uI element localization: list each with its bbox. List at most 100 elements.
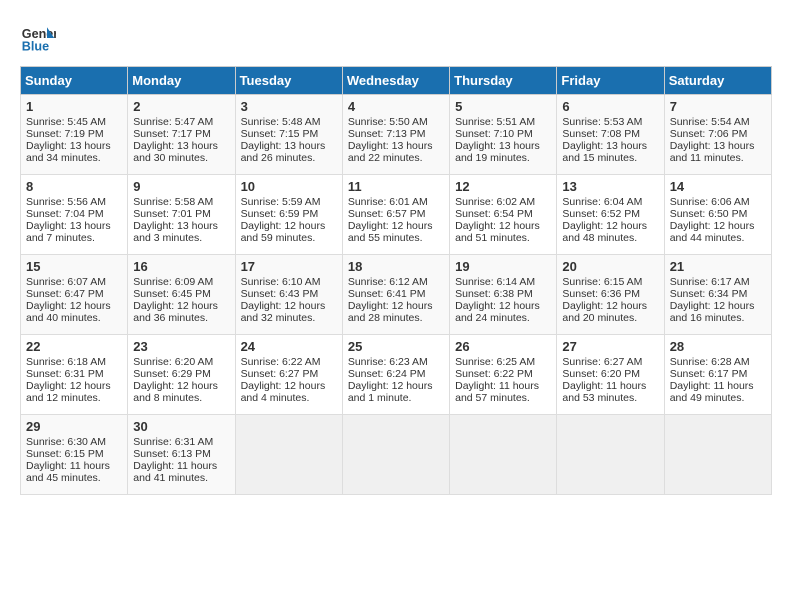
calendar-week-5: 29Sunrise: 6:30 AMSunset: 6:15 PMDayligh… (21, 415, 772, 495)
sunset: Sunset: 6:50 PM (670, 208, 748, 220)
day-number: 3 (241, 99, 337, 114)
daylight: Daylight: 13 hours and 11 minutes. (670, 140, 755, 164)
day-number: 12 (455, 179, 551, 194)
sunset: Sunset: 6:20 PM (562, 368, 640, 380)
sunrise: Sunrise: 6:09 AM (133, 276, 213, 288)
calendar-cell: 23Sunrise: 6:20 AMSunset: 6:29 PMDayligh… (128, 335, 235, 415)
sunrise: Sunrise: 5:50 AM (348, 116, 428, 128)
sunrise: Sunrise: 5:59 AM (241, 196, 321, 208)
day-number: 19 (455, 259, 551, 274)
daylight: Daylight: 11 hours and 57 minutes. (455, 380, 539, 404)
calendar-cell: 11Sunrise: 6:01 AMSunset: 6:57 PMDayligh… (342, 175, 449, 255)
calendar-cell: 5Sunrise: 5:51 AMSunset: 7:10 PMDaylight… (450, 95, 557, 175)
calendar-cell (450, 415, 557, 495)
sunset: Sunset: 6:38 PM (455, 288, 533, 300)
header-friday: Friday (557, 67, 664, 95)
daylight: Daylight: 12 hours and 28 minutes. (348, 300, 433, 324)
sunrise: Sunrise: 5:51 AM (455, 116, 535, 128)
sunset: Sunset: 6:29 PM (133, 368, 211, 380)
day-number: 5 (455, 99, 551, 114)
day-number: 30 (133, 419, 229, 434)
daylight: Daylight: 13 hours and 3 minutes. (133, 220, 218, 244)
logo-icon: General Blue (20, 20, 56, 56)
sunrise: Sunrise: 6:20 AM (133, 356, 213, 368)
calendar-week-2: 8Sunrise: 5:56 AMSunset: 7:04 PMDaylight… (21, 175, 772, 255)
day-number: 2 (133, 99, 229, 114)
daylight: Daylight: 11 hours and 53 minutes. (562, 380, 646, 404)
day-number: 17 (241, 259, 337, 274)
calendar-cell: 3Sunrise: 5:48 AMSunset: 7:15 PMDaylight… (235, 95, 342, 175)
sunset: Sunset: 6:52 PM (562, 208, 640, 220)
header-thursday: Thursday (450, 67, 557, 95)
daylight: Daylight: 13 hours and 15 minutes. (562, 140, 647, 164)
calendar-cell: 25Sunrise: 6:23 AMSunset: 6:24 PMDayligh… (342, 335, 449, 415)
calendar-cell: 19 Sunrise: 6:14 AMSunset: 6:38 PMDayligh… (450, 255, 557, 335)
calendar-week-4: 22Sunrise: 6:18 AMSunset: 6:31 PMDayligh… (21, 335, 772, 415)
sunset: Sunset: 6:45 PM (133, 288, 211, 300)
calendar-cell: 27Sunrise: 6:27 AMSunset: 6:20 PMDayligh… (557, 335, 664, 415)
day-number: 16 (133, 259, 229, 274)
day-number: 26 (455, 339, 551, 354)
daylight: Daylight: 11 hours and 49 minutes. (670, 380, 754, 404)
calendar-cell: 17Sunrise: 6:10 AMSunset: 6:43 PMDayligh… (235, 255, 342, 335)
calendar-cell: 7Sunrise: 5:54 AMSunset: 7:06 PMDaylight… (664, 95, 771, 175)
daylight: Daylight: 11 hours and 45 minutes. (26, 460, 110, 484)
calendar-cell (557, 415, 664, 495)
sunrise: Sunrise: 5:53 AM (562, 116, 642, 128)
daylight: Daylight: 12 hours and 24 minutes. (455, 300, 540, 324)
daylight: Daylight: 12 hours and 40 minutes. (26, 300, 111, 324)
day-number: 20 (562, 259, 658, 274)
day-number: 14 (670, 179, 766, 194)
calendar-cell: 26Sunrise: 6:25 AMSunset: 6:22 PMDayligh… (450, 335, 557, 415)
daylight: Daylight: 12 hours and 20 minutes. (562, 300, 647, 324)
daylight: Daylight: 13 hours and 26 minutes. (241, 140, 326, 164)
sunrise: Sunrise: 6:18 AM (26, 356, 106, 368)
calendar-cell: 30Sunrise: 6:31 AMSunset: 6:13 PMDayligh… (128, 415, 235, 495)
sunset: Sunset: 7:04 PM (26, 208, 104, 220)
daylight: Daylight: 12 hours and 55 minutes. (348, 220, 433, 244)
sunrise: Sunrise: 5:45 AM (26, 116, 106, 128)
page-header: General Blue (20, 20, 772, 56)
sunrise: Sunrise: 5:48 AM (241, 116, 321, 128)
sunrise: Sunrise: 6:02 AM (455, 196, 535, 208)
calendar-cell: 22Sunrise: 6:18 AMSunset: 6:31 PMDayligh… (21, 335, 128, 415)
calendar-cell: 6 Sunrise: 5:53 AMSunset: 7:08 PMDaylight… (557, 95, 664, 175)
sunset: Sunset: 6:22 PM (455, 368, 533, 380)
day-number: 27 (562, 339, 658, 354)
day-number: 13 (562, 179, 658, 194)
sunrise: Sunrise: 6:14 AM (455, 276, 535, 288)
calendar-cell (664, 415, 771, 495)
day-number: 10 (241, 179, 337, 194)
calendar-cell: 8Sunrise: 5:56 AMSunset: 7:04 PMDaylight… (21, 175, 128, 255)
calendar-cell: 16Sunrise: 6:09 AMSunset: 6:45 PMDayligh… (128, 255, 235, 335)
header-saturday: Saturday (664, 67, 771, 95)
sunset: Sunset: 6:15 PM (26, 448, 104, 460)
day-number: 6 (562, 99, 658, 114)
sunset: Sunset: 7:08 PM (562, 128, 640, 140)
calendar-cell: 20Sunrise: 6:15 AMSunset: 6:36 PMDayligh… (557, 255, 664, 335)
sunrise: Sunrise: 6:07 AM (26, 276, 106, 288)
sunrise: Sunrise: 6:31 AM (133, 436, 213, 448)
calendar-cell: 15Sunrise: 6:07 AMSunset: 6:47 PMDayligh… (21, 255, 128, 335)
day-number: 9 (133, 179, 229, 194)
sunset: Sunset: 6:24 PM (348, 368, 426, 380)
day-number: 25 (348, 339, 444, 354)
header-row: SundayMondayTuesdayWednesdayThursdayFrid… (21, 67, 772, 95)
header-monday: Monday (128, 67, 235, 95)
daylight: Daylight: 13 hours and 19 minutes. (455, 140, 540, 164)
daylight: Daylight: 12 hours and 4 minutes. (241, 380, 326, 404)
daylight: Daylight: 12 hours and 16 minutes. (670, 300, 755, 324)
daylight: Daylight: 13 hours and 7 minutes. (26, 220, 111, 244)
calendar-cell: 4Sunrise: 5:50 AMSunset: 7:13 PMDaylight… (342, 95, 449, 175)
day-number: 29 (26, 419, 122, 434)
calendar-cell: 13Sunrise: 6:04 AMSunset: 6:52 PMDayligh… (557, 175, 664, 255)
calendar-cell: 28Sunrise: 6:28 AMSunset: 6:17 PMDayligh… (664, 335, 771, 415)
sunset: Sunset: 7:01 PM (133, 208, 211, 220)
day-number: 1 (26, 99, 122, 114)
daylight: Daylight: 13 hours and 22 minutes. (348, 140, 433, 164)
daylight: Daylight: 12 hours and 1 minute. (348, 380, 433, 404)
calendar-body: 1Sunrise: 5:45 AMSunset: 7:19 PMDaylight… (21, 95, 772, 495)
calendar-week-1: 1Sunrise: 5:45 AMSunset: 7:19 PMDaylight… (21, 95, 772, 175)
sunrise: Sunrise: 6:06 AM (670, 196, 750, 208)
sunrise: Sunrise: 6:12 AM (348, 276, 428, 288)
